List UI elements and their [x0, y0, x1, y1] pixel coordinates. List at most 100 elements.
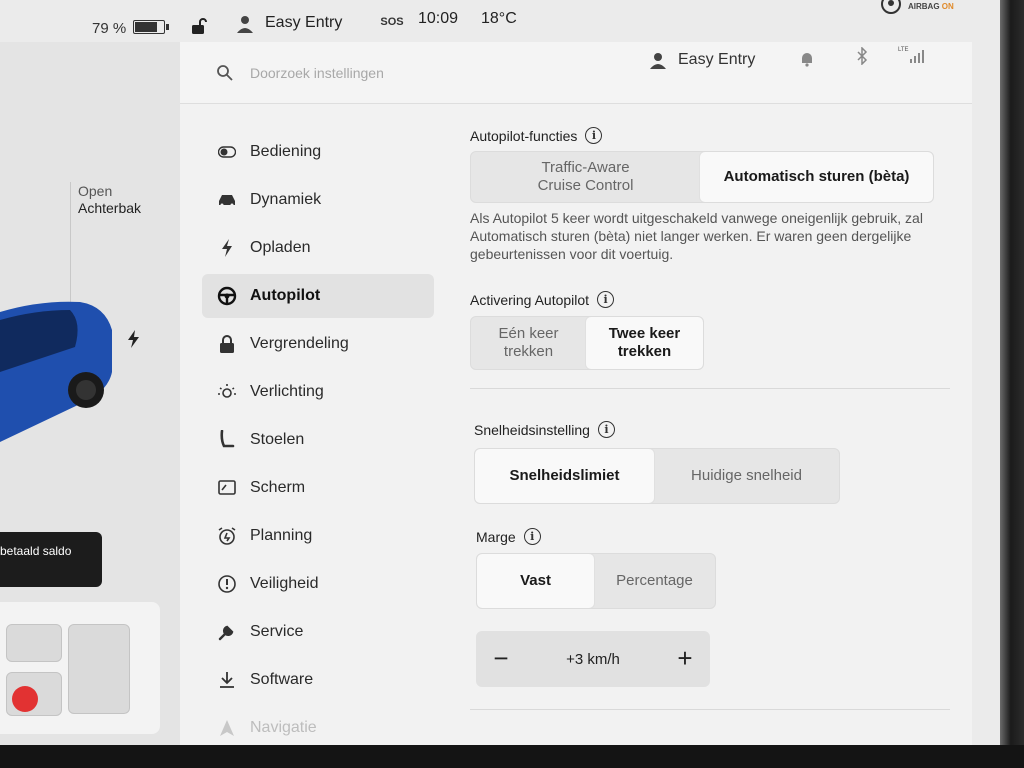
- margin-title: Marge i: [476, 528, 960, 545]
- margin-title-text: Marge: [476, 528, 516, 545]
- sidebar-item-label: Stoelen: [250, 431, 305, 448]
- settings-window: Easy Entry LTE Bediening Dynamiek Opladen A…: [180, 42, 972, 745]
- sidebar-item-label: Software: [250, 671, 314, 688]
- outside-temperature: 18°C: [481, 10, 517, 27]
- autopilot-settings: Autopilot-functies i Traffic-Aware Cruis…: [470, 127, 960, 710]
- screen-bezel-bottom: [0, 745, 1024, 768]
- speed-setting-selector[interactable]: Snelheidslimiet Huidige snelheid: [474, 448, 840, 504]
- settings-nav: Bediening Dynamiek Opladen Autopilot Vergren…: [202, 130, 434, 745]
- airbag-status: AIRBAG ON: [908, 2, 954, 11]
- sun-icon: [216, 381, 238, 403]
- option-fixed[interactable]: Vast: [477, 554, 595, 608]
- trunk-open-label[interactable]: Open: [78, 182, 112, 200]
- sidebar-item-label: Bediening: [250, 143, 322, 160]
- option-percentage[interactable]: Percentage: [594, 554, 715, 608]
- sidebar-item-software[interactable]: Software: [202, 658, 434, 702]
- seat-front-left[interactable]: [6, 624, 62, 662]
- sidebar-item-stoelen[interactable]: Stoelen: [202, 418, 434, 462]
- sidebar-item-scherm[interactable]: Scherm: [202, 466, 434, 510]
- toggle-icon: [216, 141, 238, 163]
- svg-text:LTE: LTE: [898, 47, 909, 53]
- sidebar-item-label: Service: [250, 623, 304, 640]
- lock-icon: [216, 333, 238, 355]
- profile-icon[interactable]: [650, 52, 666, 70]
- car-icon: [216, 189, 238, 211]
- info-icon[interactable]: i: [597, 421, 615, 438]
- option-traffic-aware-cruise-control[interactable]: Traffic-Aware Cruise Control: [471, 152, 700, 202]
- autopilot-activation-selector[interactable]: Eén keer trekken Twee keer trekken: [470, 316, 704, 370]
- passenger-airbag-icon: [881, 0, 901, 14]
- sidebar-item-verlichting[interactable]: Verlichting: [202, 370, 434, 414]
- autopilot-activation-title: Activering Autopilot i: [470, 291, 960, 308]
- sidebar-item-navigatie[interactable]: Navigatie: [202, 706, 434, 745]
- navigation-arrow-icon: [216, 717, 238, 739]
- sidebar-item-veiligheid[interactable]: Veiligheid: [202, 562, 434, 606]
- seat-map[interactable]: [0, 602, 160, 734]
- section-divider: [470, 388, 950, 389]
- trunk-name-label[interactable]: Achterbak: [78, 200, 141, 216]
- seat-heater-icon[interactable]: [12, 686, 38, 712]
- option-autosteer-beta[interactable]: Automatisch sturen (bèta): [700, 152, 933, 202]
- bluetooth-icon[interactable]: [856, 47, 868, 65]
- touchscreen: 79 % Easy Entry SOS 10:09 18°C AIRBAG ON…: [0, 0, 1000, 745]
- unlocked-icon[interactable]: [190, 17, 208, 35]
- autopilot-activation-title-text: Activering Autopilot: [470, 291, 590, 308]
- autopilot-strike-description: Als Autopilot 5 keer wordt uitgeschakeld…: [470, 210, 923, 262]
- bolt-icon: [216, 237, 238, 259]
- sidebar-item-label: Scherm: [250, 479, 306, 496]
- speed-setting-title-text: Snelheidsinstelling: [474, 421, 590, 438]
- info-icon[interactable]: i: [523, 528, 541, 545]
- header-profile-name[interactable]: Easy Entry: [678, 51, 755, 69]
- margin-value: +3 km/h: [566, 650, 620, 668]
- status-bar: 79 % Easy Entry SOS 10:09 18°C AIRBAG ON: [0, 0, 1000, 42]
- seat-icon: [216, 429, 238, 451]
- clock: 10:09: [418, 10, 459, 27]
- profile-icon[interactable]: [236, 14, 254, 34]
- wrench-icon: [216, 621, 238, 643]
- sidebar-item-autopilot[interactable]: Autopilot: [202, 274, 434, 318]
- battery-percentage: 79 %: [92, 20, 127, 37]
- speed-setting-title: Snelheidsinstelling i: [474, 421, 960, 438]
- option-single-pull[interactable]: Eén keer trekken: [471, 317, 586, 369]
- info-icon[interactable]: i: [585, 127, 603, 144]
- sidebar-item-label: Planning: [250, 527, 313, 544]
- settings-header: Easy Entry LTE: [180, 42, 972, 104]
- screen-bezel-right: [1000, 0, 1024, 768]
- bell-icon[interactable]: [800, 51, 814, 67]
- sidebar-item-opladen[interactable]: Opladen: [202, 226, 434, 270]
- battery-icon: [133, 20, 169, 34]
- steering-wheel-icon: [216, 285, 238, 307]
- airbag-state: ON: [941, 2, 954, 11]
- seat-rear[interactable]: [68, 624, 130, 714]
- sidebar-item-service[interactable]: Service: [202, 610, 434, 654]
- option-current-speed[interactable]: Huidige snelheid: [654, 449, 839, 503]
- autopilot-functions-title-text: Autopilot-functies: [470, 127, 578, 144]
- screen-icon: [216, 477, 238, 499]
- margin-type-selector[interactable]: Vast Percentage: [476, 553, 716, 609]
- alarm-clock-icon: [216, 525, 238, 547]
- car-image: [0, 301, 112, 442]
- sidebar-item-planning[interactable]: Planning: [202, 514, 434, 558]
- option-double-pull[interactable]: Twee keer trekken: [586, 317, 703, 369]
- search-input[interactable]: [250, 62, 550, 84]
- margin-stepper: − +3 km/h +: [476, 631, 710, 687]
- info-icon[interactable]: i: [597, 291, 615, 308]
- download-icon: [216, 669, 238, 691]
- decrease-button[interactable]: −: [488, 645, 514, 672]
- increase-button[interactable]: +: [672, 645, 698, 672]
- charge-port-icon[interactable]: [126, 330, 142, 348]
- option-speed-limit[interactable]: Snelheidslimiet: [475, 449, 655, 503]
- sidebar-item-bediening[interactable]: Bediening: [202, 130, 434, 174]
- sidebar-item-label: Opladen: [250, 239, 311, 256]
- sidebar-item-label: Dynamiek: [250, 191, 322, 208]
- status-profile-name[interactable]: Easy Entry: [265, 14, 342, 32]
- lte-signal-icon: LTE: [898, 47, 924, 63]
- sidebar-item-label: Verlichting: [250, 383, 324, 400]
- sos-button[interactable]: SOS: [376, 11, 408, 33]
- sidebar-item-vergrendeling[interactable]: Vergrendeling: [202, 322, 434, 366]
- autopilot-functions-selector[interactable]: Traffic-Aware Cruise Control Automatisch…: [470, 151, 934, 203]
- section-divider: [470, 709, 950, 710]
- balance-tooltip[interactable]: betaald saldo: [0, 532, 102, 587]
- sidebar-item-dynamiek[interactable]: Dynamiek: [202, 178, 434, 222]
- sidebar-item-label: Vergrendeling: [250, 335, 349, 352]
